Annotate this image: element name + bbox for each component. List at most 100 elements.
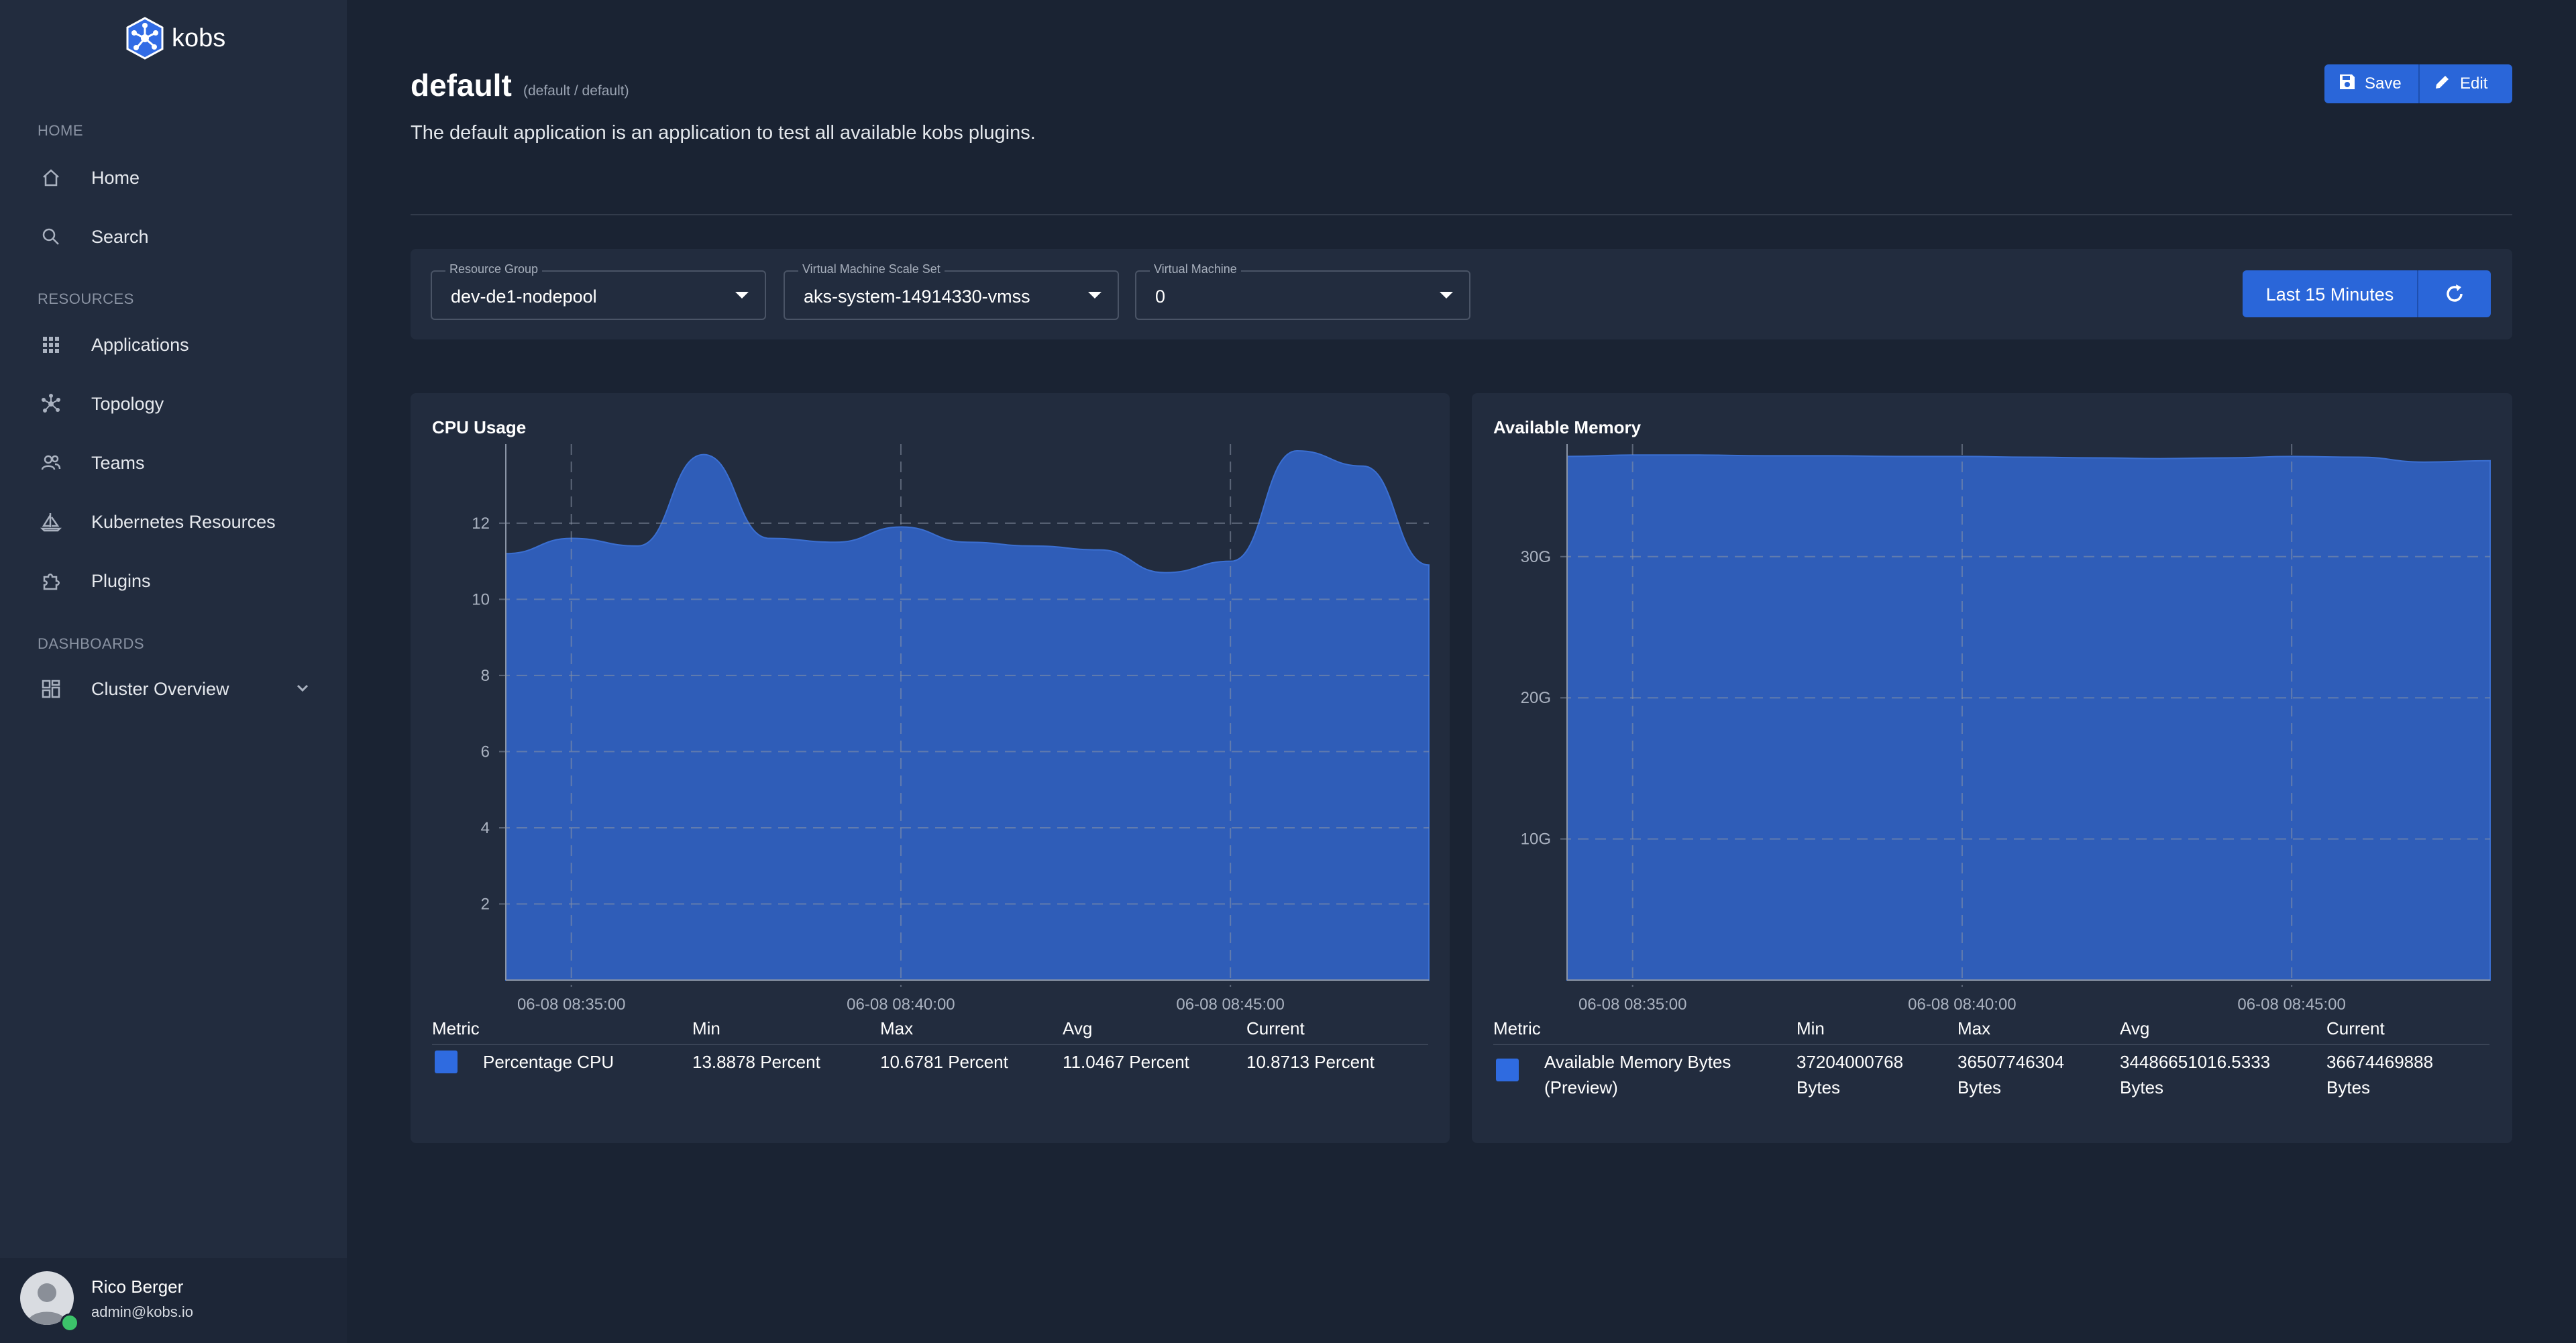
app-logo[interactable]: kobs bbox=[123, 16, 225, 60]
sidebar-item-label: Topology bbox=[91, 393, 164, 414]
legend-header-min: Min bbox=[1796, 1018, 1825, 1038]
series-color-swatch[interactable] bbox=[435, 1051, 458, 1073]
edit-label: Edit bbox=[2460, 74, 2488, 93]
legend-header-metric: Metric bbox=[432, 1018, 480, 1038]
save-icon bbox=[2338, 72, 2357, 96]
sidebar-item-label: Kubernetes Resources bbox=[91, 511, 276, 532]
kobs-logo-icon bbox=[126, 17, 164, 60]
legend-unit: Bytes bbox=[2326, 1077, 2371, 1097]
series-area bbox=[505, 449, 1430, 981]
available-memory-panel: Available Memory 10G 20G 30G 06-08 08:35:00… bbox=[1472, 393, 2512, 1143]
legend-current-number: 36674469888 bbox=[2326, 1052, 2434, 1072]
x-tick-label: 06-08 08:40:00 bbox=[1908, 996, 2016, 1010]
sidebar-item-label: Cluster Overview bbox=[91, 678, 229, 699]
home-icon bbox=[38, 164, 64, 191]
sidebar-item-topology[interactable]: Topology bbox=[38, 384, 313, 424]
vm-value: 0 bbox=[1155, 286, 1166, 307]
legend-unit: Bytes bbox=[2120, 1077, 2164, 1097]
series-area bbox=[1566, 454, 2491, 981]
page-description: The default application is an applicatio… bbox=[411, 122, 1036, 144]
sidebar-item-home[interactable]: Home bbox=[38, 158, 313, 198]
legend-header-min: Min bbox=[692, 1018, 720, 1038]
online-status-indicator bbox=[60, 1313, 79, 1332]
legend-unit: Bytes bbox=[1957, 1077, 2002, 1097]
header-actions: Save Edit bbox=[2324, 64, 2512, 103]
user-email: admin@kobs.io bbox=[91, 1303, 193, 1320]
user-profile[interactable]: Rico Berger admin@kobs.io bbox=[0, 1258, 347, 1343]
legend-header-max: Max bbox=[1957, 1018, 1991, 1038]
helm-icon bbox=[38, 508, 64, 535]
legend-header-max: Max bbox=[880, 1018, 914, 1038]
legend-min-value: 37204000768 Bytes bbox=[1796, 1049, 1903, 1100]
legend-unit: Bytes bbox=[1796, 1077, 1841, 1097]
legend-metric-line2: (Preview) bbox=[1544, 1077, 1618, 1097]
sidebar-item-label: Plugins bbox=[91, 570, 151, 591]
user-name: Rico Berger bbox=[91, 1277, 184, 1297]
sidebar-item-label: Home bbox=[91, 167, 140, 188]
x-tick-label: 06-08 08:35:00 bbox=[517, 996, 625, 1010]
edit-button[interactable]: Edit bbox=[2420, 64, 2501, 103]
legend-header-avg: Avg bbox=[2120, 1018, 2150, 1038]
legend-avg-value: 34486651016.5333 Bytes bbox=[2120, 1049, 2270, 1100]
legend-current-value: 10.8713 Percent bbox=[1246, 1052, 1375, 1072]
available-memory-chart: 10G 20G 30G 06-08 08:35:00 06-08 08:40:00 06-… bbox=[1521, 444, 2491, 1010]
legend-min-number: 37204000768 bbox=[1796, 1052, 1904, 1072]
save-label: Save bbox=[2365, 74, 2402, 93]
legend-header-current: Current bbox=[2326, 1018, 2385, 1038]
cpu-usage-panel: CPU Usage 2 4 6 8 10 12 06-08 08:35:00 06-08 08… bbox=[411, 393, 1450, 1143]
time-range-button[interactable]: Last 15 Minutes bbox=[2243, 284, 2417, 305]
series-color-swatch[interactable] bbox=[1496, 1059, 1519, 1081]
section-label-home: HOME bbox=[38, 122, 83, 139]
app-name: kobs bbox=[172, 23, 226, 52]
pencil-icon bbox=[2433, 72, 2452, 96]
page-subtitle: (default / default) bbox=[523, 83, 629, 99]
sidebar-item-label: Teams bbox=[91, 452, 145, 473]
refresh-button[interactable] bbox=[2418, 270, 2491, 317]
legend-metric-line1: Available Memory Bytes bbox=[1544, 1052, 1731, 1072]
save-button[interactable]: Save bbox=[2324, 64, 2420, 103]
sidebar-item-plugins[interactable]: Plugins bbox=[38, 561, 313, 601]
section-label-resources: RESOURCES bbox=[38, 290, 134, 307]
sidebar-item-applications[interactable]: Applications bbox=[38, 325, 313, 365]
sidebar-item-teams[interactable]: Teams bbox=[38, 443, 313, 483]
sidebar-item-kubernetes-resources[interactable]: Kubernetes Resources bbox=[38, 502, 313, 542]
y-tick-label: 10 bbox=[472, 590, 490, 608]
page-title: default bbox=[411, 68, 512, 103]
legend-metric-name: Available Memory Bytes (Preview) bbox=[1544, 1049, 1731, 1100]
y-tick-label: 12 bbox=[472, 515, 490, 533]
vmss-label: Virtual Machine Scale Set bbox=[798, 262, 945, 276]
sidebar: kobs HOME Home Search RESOURCES Applicat… bbox=[0, 0, 347, 1343]
sidebar-item-cluster-overview[interactable]: Cluster Overview bbox=[38, 669, 313, 709]
legend-min-value: 13.8878 Percent bbox=[692, 1052, 820, 1072]
refresh-icon bbox=[2447, 284, 2463, 302]
legend-header-avg: Avg bbox=[1063, 1018, 1093, 1038]
cpu-usage-chart: 2 4 6 8 10 12 06-08 08:35:00 06-08 08:40:00 06-0… bbox=[472, 444, 1430, 1010]
caret-down-icon bbox=[1440, 292, 1453, 299]
sidebar-item-label: Search bbox=[91, 226, 149, 247]
vm-select[interactable]: Virtual Machine 0 bbox=[1135, 262, 1470, 320]
legend-max-value: 10.6781 Percent bbox=[880, 1052, 1008, 1072]
section-label-dashboards: DASHBOARDS bbox=[38, 635, 145, 652]
dashboard-icon bbox=[38, 676, 64, 702]
legend-avg-value: 11.0467 Percent bbox=[1063, 1052, 1189, 1072]
resource-group-label: Resource Group bbox=[445, 262, 543, 276]
y-tick-label: 20G bbox=[1521, 689, 1551, 707]
users-icon bbox=[38, 449, 64, 476]
x-tick-label: 06-08 08:45:00 bbox=[2237, 996, 2345, 1010]
grid-icon bbox=[38, 331, 64, 358]
x-tick-label: 06-08 08:40:00 bbox=[847, 996, 955, 1010]
vm-label: Virtual Machine bbox=[1150, 262, 1241, 276]
y-tick-label: 30G bbox=[1521, 548, 1551, 566]
chevron-down-icon[interactable] bbox=[292, 678, 313, 702]
vmss-select[interactable]: Virtual Machine Scale Set aks-system-149… bbox=[784, 262, 1119, 320]
filter-toolbar: Resource Group dev-de1-nodepool Virtual … bbox=[411, 249, 2512, 339]
vmss-value: aks-system-14914330-vmss bbox=[804, 286, 1030, 307]
sidebar-item-search[interactable]: Search bbox=[38, 217, 313, 257]
legend-max-number: 36507746304 bbox=[1957, 1052, 2065, 1072]
y-tick-label: 2 bbox=[481, 895, 490, 913]
resource-group-value: dev-de1-nodepool bbox=[451, 286, 597, 307]
legend-divider bbox=[432, 1044, 1428, 1045]
legend-max-value: 36507746304 Bytes bbox=[1957, 1049, 2064, 1100]
resource-group-select[interactable]: Resource Group dev-de1-nodepool bbox=[431, 262, 766, 320]
caret-down-icon bbox=[735, 292, 749, 299]
